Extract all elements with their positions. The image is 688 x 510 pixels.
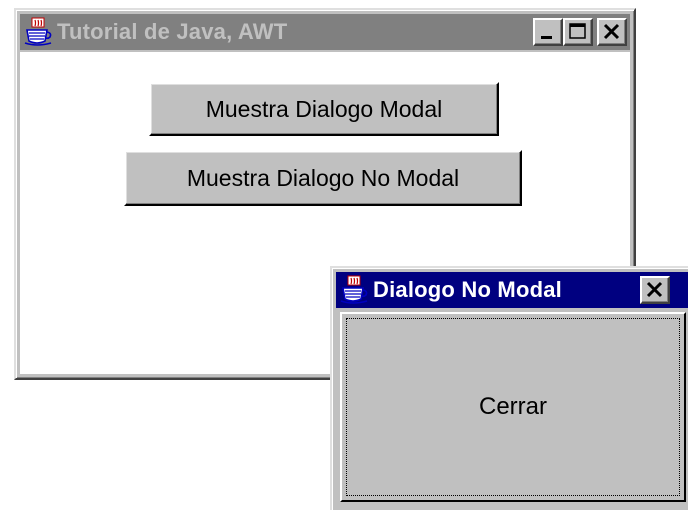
java-coffee-cup-icon[interactable] (339, 275, 369, 305)
dialog-title: Dialogo No Modal (373, 277, 562, 302)
dialog-caption-buttons (640, 276, 670, 304)
main-window-title: Tutorial de Java, AWT (57, 19, 288, 44)
maximize-icon[interactable] (563, 18, 593, 46)
close-dialog-button[interactable]: Cerrar (340, 312, 686, 502)
dialog-titlebar[interactable]: Dialogo No Modal (336, 272, 688, 308)
desktop: Tutorial de Java, AWT Muestra Dialogo Mo… (0, 0, 688, 510)
show-non-modal-dialog-button[interactable]: Muestra Dialogo No Modal (124, 150, 522, 206)
main-window-titlebar[interactable]: Tutorial de Java, AWT (20, 14, 630, 50)
main-window-caption-buttons (533, 18, 627, 46)
close-icon[interactable] (597, 18, 627, 46)
show-modal-dialog-button[interactable]: Muestra Dialogo Modal (149, 82, 499, 136)
java-coffee-cup-icon[interactable] (23, 17, 53, 47)
non-modal-dialog: Dialogo No Modal Cerrar (330, 266, 688, 510)
close-dialog-button-label: Cerrar (478, 393, 547, 420)
close-icon[interactable] (640, 276, 670, 304)
minimize-icon[interactable] (533, 18, 563, 46)
